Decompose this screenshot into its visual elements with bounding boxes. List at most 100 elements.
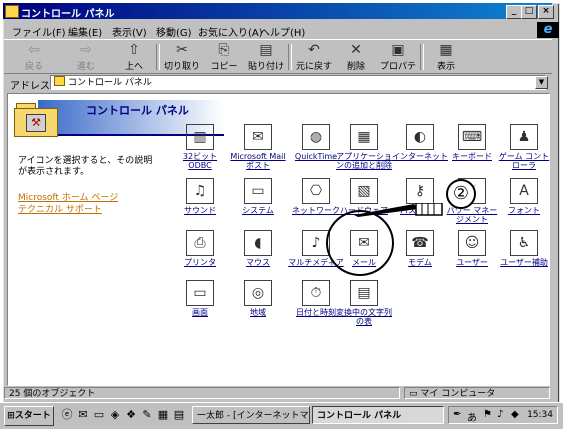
taskbar: ⊞スタート ⓔ ✉ ▭ ◈ ❖ ✎ ▦ ▤ 一太郎 - [インターネットマ コン… — [0, 402, 563, 429]
control-panel-item[interactable]: ▭ 画面 — [172, 280, 228, 317]
my-computer-icon: ▭ — [409, 389, 421, 399]
control-panel-item-label: ユーザー — [456, 258, 488, 267]
control-panel-item[interactable]: ♿ ユーザー補助 — [496, 230, 552, 267]
control-panel-item[interactable]: ⎙ プリンタ — [172, 230, 228, 267]
speaker-icon: ♫ — [186, 178, 214, 204]
clipboard-icon: ▤ — [259, 42, 273, 58]
menu-go[interactable]: 移動(G) — [156, 24, 192, 39]
paste-button[interactable]: ▤ 貼り付け — [246, 42, 286, 72]
network-tray-icon[interactable]: ⚑ — [483, 409, 492, 420]
system-tray: ✒ あ ⚑ ♪ ◆ 15:34 — [448, 406, 558, 424]
menu-edit[interactable]: 編集(E) — [68, 24, 102, 39]
delete-button[interactable]: ✕ 削除 — [336, 42, 376, 72]
undo-button[interactable]: ↶ 元に戻す — [294, 42, 334, 72]
control-panel-item[interactable]: ◐ インターネット — [392, 124, 448, 161]
mail-post-icon: ✉ — [244, 124, 272, 150]
control-panel-item[interactable]: ⌨ キーボード — [444, 124, 500, 161]
paste-label: 貼り付け — [247, 62, 284, 72]
control-panel-item-label: サウンド — [184, 206, 216, 215]
view-button[interactable]: ▦ 表示 — [426, 42, 466, 72]
panel-description: アイコンを選択すると、その説明が表示されます。 — [18, 156, 153, 177]
view-label: 表示 — [436, 62, 455, 72]
volume-tray-icon[interactable]: ♪ — [497, 409, 503, 420]
tools-icon: ⚒ — [26, 114, 46, 132]
annotation-number: ② — [446, 179, 476, 209]
minimize-button[interactable]: _ — [506, 5, 522, 19]
menu-view[interactable]: 表示(V) — [112, 24, 147, 39]
keyboard-icon: ⌨ — [458, 124, 486, 150]
globe-icon: ◎ — [244, 280, 272, 306]
address-bar: アドレス コントロール パネル ▼ — [4, 74, 552, 92]
display-icon: ▭ — [186, 280, 214, 306]
windows-logo-icon: ⊞ — [7, 411, 15, 421]
users-icon: ☺ — [458, 230, 486, 256]
computer-icon: ▭ — [244, 178, 272, 204]
keys-icon: ⚷ — [406, 178, 434, 204]
control-panel-item-label: 32ビット ODBC — [182, 152, 218, 170]
folder-quicklaunch-icon[interactable]: ▤ — [172, 408, 186, 422]
control-panel-item[interactable]: ✉ Microsoft Mail ポスト — [230, 124, 286, 170]
calc-quicklaunch-icon[interactable]: ▦ — [156, 408, 170, 422]
menu-help[interactable]: ヘルプ(H) — [260, 24, 305, 39]
control-panel-item[interactable]: A フォント — [496, 178, 552, 215]
channels-quicklaunch-icon[interactable]: ◈ — [108, 408, 122, 422]
control-panel-item-label: 変換中の文字列の表 — [336, 308, 392, 326]
taskbar-ichitaro-button[interactable]: 一太郎 - [インターネットマ — [192, 406, 310, 424]
control-panel-item[interactable]: ▥ 32ビット ODBC — [172, 124, 228, 170]
maximize-button[interactable]: □ — [521, 5, 537, 19]
back-label: 戻る — [24, 62, 43, 72]
properties-button[interactable]: ▣プロパティ — [378, 42, 418, 85]
copy-label: コピー — [210, 62, 238, 72]
control-panel-folder-icon — [5, 5, 19, 18]
taskbar-clock: 15:34 — [527, 410, 553, 420]
ie-logo-icon: e — [537, 22, 559, 38]
paint-quicklaunch-icon[interactable]: ✎ — [140, 408, 154, 422]
technical-support-link[interactable]: テクニカル サポート — [18, 202, 102, 215]
control-panel-item[interactable]: ▦ アプリケーションの追加と削除 — [336, 124, 392, 170]
control-panel-item[interactable]: ♟ ゲーム コントローラ — [496, 124, 552, 170]
explorer-quicklaunch-icon[interactable]: ❖ — [124, 408, 138, 422]
control-panel-item[interactable]: ♫ サウンド — [172, 178, 228, 215]
outlook-quicklaunch-icon[interactable]: ✉ — [76, 408, 90, 422]
close-button[interactable]: × — [538, 5, 554, 19]
menu-file[interactable]: ファイル(F) — [12, 24, 66, 39]
control-panel-item-label: Microsoft Mail ポスト — [230, 152, 286, 170]
status-bar: 25 個のオブジェクト ▭ マイ コンピュータ — [4, 387, 552, 401]
address-input[interactable]: コントロール パネル — [50, 75, 546, 90]
menu-favorites[interactable]: お気に入り(A) — [198, 24, 263, 39]
address-dropdown-button[interactable]: ▼ — [535, 76, 548, 89]
display-tray-icon[interactable]: ◆ — [511, 409, 519, 420]
ime-tray-icon[interactable]: あ — [467, 409, 477, 424]
toolbar-separator — [420, 44, 424, 70]
ie-quicklaunch-icon[interactable]: ⓔ — [60, 408, 74, 422]
internet-globe-icon: ◐ — [406, 124, 434, 150]
copy-button[interactable]: ⎘ コピー — [204, 42, 244, 72]
control-panel-item[interactable]: ◖ マウス — [230, 230, 286, 267]
menu-bar: ファイル(F) 編集(E) 表示(V) 移動(G) お気に入り(A) ヘルプ(H… — [4, 21, 552, 39]
taskbar-control-panel-button[interactable]: コントロール パネル — [312, 406, 444, 424]
up-button[interactable]: ⇧ 上へ — [114, 42, 154, 72]
control-panel-item-label: ユーザー補助 — [500, 258, 548, 267]
title-bar[interactable]: コントロール パネル _ □ × — [3, 3, 554, 20]
control-panel-item[interactable]: ☎ モデム — [392, 230, 448, 267]
address-value: コントロール パネル — [68, 78, 152, 88]
control-panel-item-label: 画面 — [192, 308, 208, 317]
control-panel-item[interactable]: ◎ 地域 — [230, 280, 286, 317]
control-panel-item-label: アプリケーションの追加と削除 — [336, 152, 392, 170]
control-panel-item[interactable]: ▭ システム — [230, 178, 286, 215]
control-panel-large-icon: ⚒ — [14, 100, 58, 137]
desktop-quicklaunch-icon[interactable]: ▭ — [92, 408, 106, 422]
start-button[interactable]: ⊞スタート — [4, 406, 54, 426]
up-label: 上へ — [124, 62, 143, 72]
control-panel-item[interactable]: ☺ ユーザー — [444, 230, 500, 267]
properties-icon: ▣ — [391, 42, 405, 58]
back-button[interactable]: ⇦ 戻る — [14, 42, 54, 72]
forward-button[interactable]: ⇨ 進む — [66, 42, 106, 72]
pen-tray-icon[interactable]: ✒ — [453, 409, 461, 420]
control-panel-item-label: キーボード — [452, 152, 492, 161]
control-panel-item[interactable]: ▤ 変換中の文字列の表 — [336, 280, 392, 326]
accessibility-icon: ♿ — [510, 230, 538, 256]
joystick-icon: ♟ — [510, 124, 538, 150]
cut-button[interactable]: ✂ 切り取り — [162, 42, 202, 72]
control-panel-item-label: モデム — [408, 258, 432, 267]
